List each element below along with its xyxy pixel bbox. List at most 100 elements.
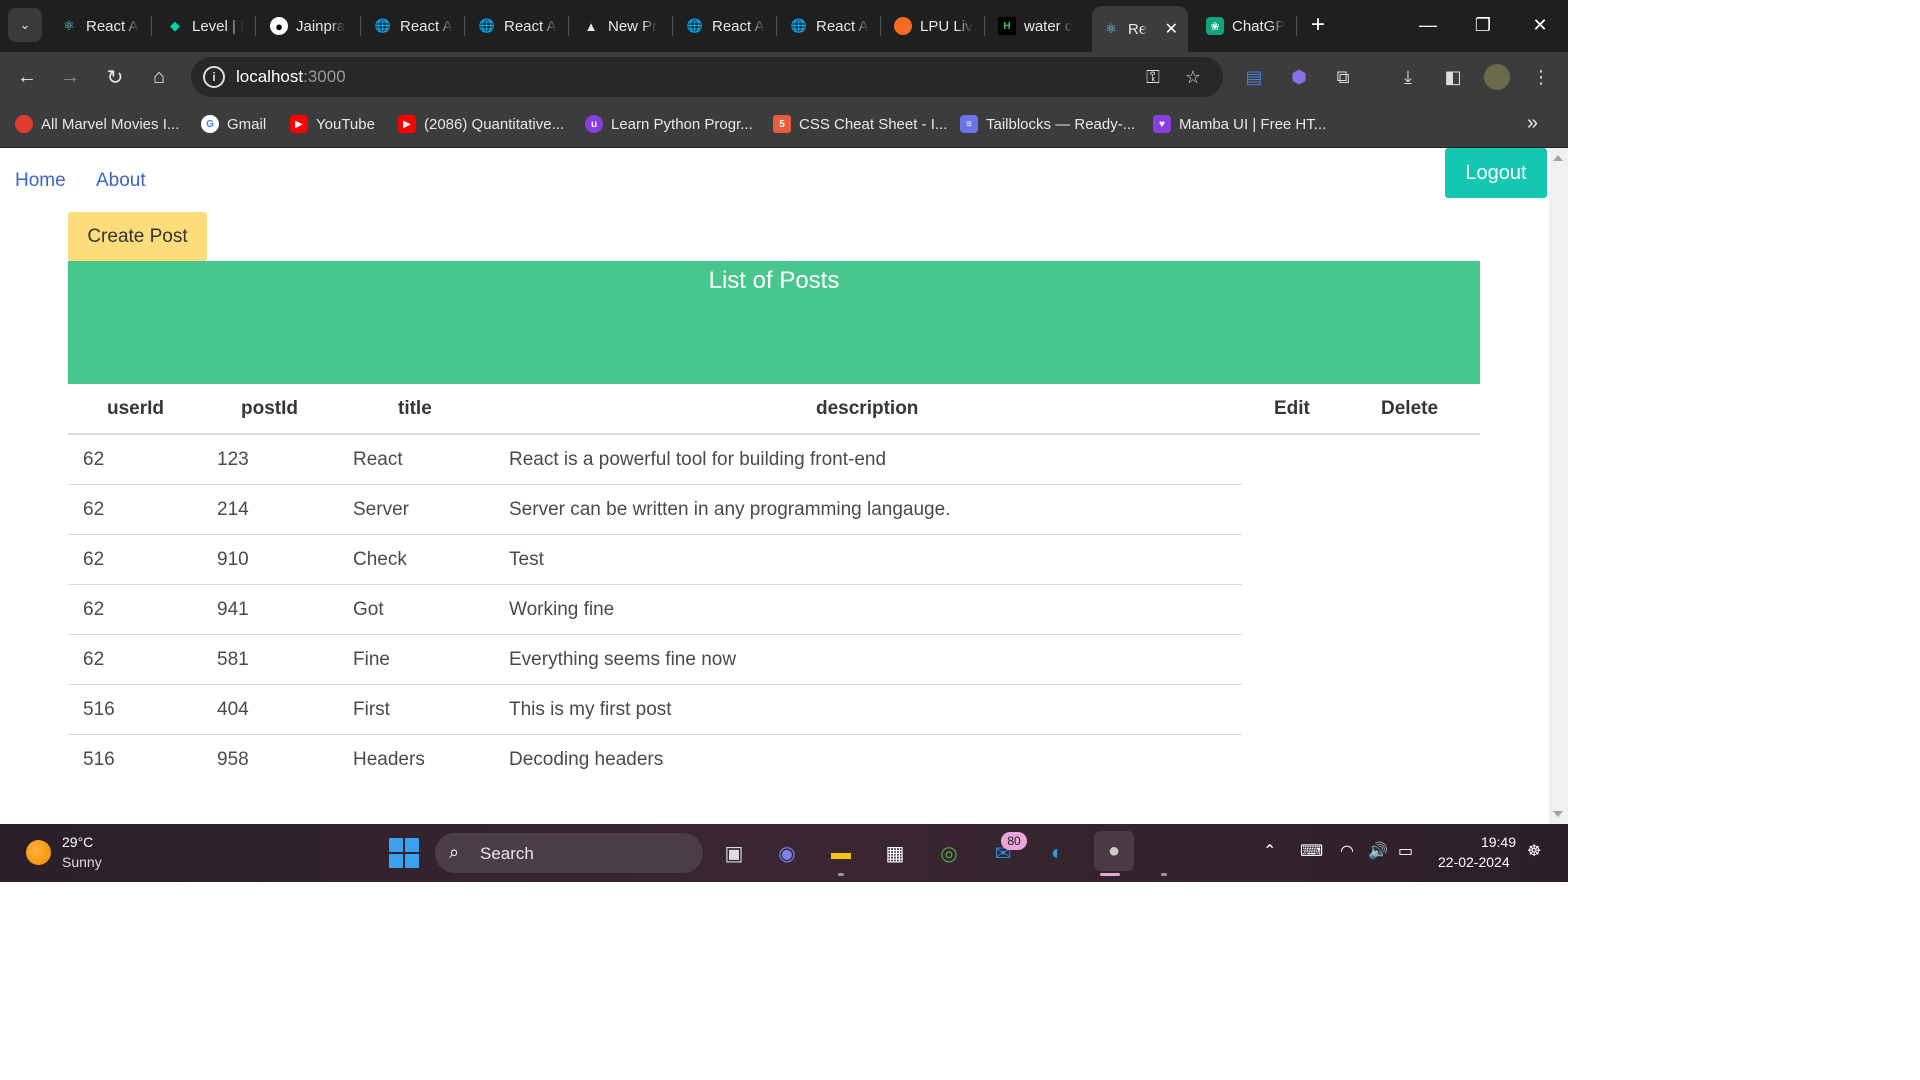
file-explorer-icon[interactable]: ▬ (824, 836, 858, 870)
react-icon: ⚛ (63, 18, 75, 33)
browser-tab[interactable]: ● Jainpra (260, 8, 356, 44)
site-info-icon[interactable]: i (203, 66, 225, 88)
cell-userid: 62 (83, 599, 105, 620)
battery-icon[interactable]: ▭ (1398, 841, 1413, 861)
cell-postid: 581 (217, 649, 249, 670)
page-scrollbar[interactable] (1549, 148, 1568, 824)
volume-icon[interactable]: 🔊 (1368, 841, 1388, 861)
extensions-puzzle-icon[interactable]: ⧉ (1330, 64, 1356, 90)
restore-icon[interactable]: ❐ (1463, 10, 1503, 40)
browser-tab[interactable]: ❀ ChatGP (1196, 8, 1292, 44)
side-panel-icon[interactable]: ◧ (1440, 64, 1466, 90)
extension-icon[interactable]: ⬢ (1286, 64, 1312, 90)
cell-description: Everything seems fine now (509, 649, 737, 670)
close-tab-icon[interactable]: ✕ (1165, 19, 1178, 39)
table-row: 516 404 First This is my first post (68, 685, 1242, 735)
clock-date[interactable]: 22-02-2024 (1438, 854, 1510, 870)
new-tab-icon[interactable]: + (1306, 10, 1330, 40)
cell-description: Working fine (509, 599, 615, 620)
cell-description: Decoding headers (509, 749, 664, 770)
browser-tab[interactable]: LPU Liv (884, 8, 980, 44)
scroll-up-arrow-icon[interactable] (1553, 155, 1563, 161)
cell-title: Server (353, 499, 409, 520)
key-icon[interactable]: ⚿ (1141, 65, 1165, 89)
back-arrow-icon[interactable]: ← (11, 61, 43, 93)
edge-icon[interactable]: ◐ (1040, 836, 1074, 870)
running-indicator (838, 873, 844, 876)
more-menu-icon[interactable]: ⋮ (1528, 64, 1554, 90)
download-icon[interactable]: ⤓ (1395, 64, 1421, 90)
tab-divider (880, 16, 881, 36)
bookmark-item[interactable]: ▶ YouTube (290, 112, 375, 136)
bookmark-item[interactable]: u Learn Python Progr... (585, 112, 753, 136)
extension-icon[interactable]: ▤ (1241, 64, 1267, 90)
bookmark-item[interactable]: All Marvel Movies I... (15, 112, 179, 136)
browser-tab[interactable]: ◆ Level | I (156, 8, 250, 44)
bookmark-item[interactable]: G Gmail (201, 112, 266, 136)
youtube-icon: ▶ (398, 115, 416, 133)
cell-title: Check (353, 549, 407, 570)
search-placeholder: Search (480, 844, 534, 863)
chrome-profile-icon[interactable]: ● (1094, 831, 1134, 871)
browser-tab-active[interactable]: ⚛ Re ✕ (1092, 6, 1188, 52)
taskbar-search-box[interactable]: ⌕ Search (435, 833, 703, 873)
browser-tab[interactable]: H water c (988, 8, 1084, 44)
url-port: :3000 (303, 67, 346, 86)
notification-center-icon[interactable]: ☸ (1527, 841, 1541, 861)
teams-chat-icon[interactable]: ◉ (770, 836, 804, 870)
chrome-icon[interactable]: ◎ (932, 836, 966, 870)
profile-avatar[interactable] (1484, 64, 1510, 90)
cell-postid: 910 (217, 549, 249, 570)
browser-tab[interactable]: 🌐 React A (468, 8, 564, 44)
column-header-postid: postId (241, 398, 298, 419)
browser-tab[interactable]: ⚛ React A (50, 8, 146, 44)
address-url[interactable]: localhost:3000 (236, 67, 346, 87)
logout-button[interactable]: Logout (1445, 148, 1547, 198)
cell-postid: 941 (217, 599, 249, 620)
tab-divider (464, 16, 465, 36)
cell-description: Test (509, 549, 544, 570)
posts-banner: List of Posts (68, 261, 1480, 384)
windows-start-icon[interactable] (389, 838, 419, 868)
browser-tab[interactable]: ▲ New Pr (572, 8, 668, 44)
tab-divider (672, 16, 673, 36)
sun-icon[interactable] (26, 840, 51, 865)
bookmark-item[interactable]: ▶ (2086) Quantitative... (398, 112, 564, 136)
clock-time[interactable]: 19:49 (1460, 834, 1516, 850)
minimize-icon[interactable]: — (1408, 10, 1448, 40)
scroll-down-arrow-icon[interactable] (1553, 811, 1563, 817)
bookmark-item[interactable]: ≡ Tailblocks — Ready-... (960, 112, 1135, 136)
bookmark-item[interactable]: ♥ Mamba UI | Free HT... (1153, 112, 1326, 136)
bookmark-star-icon[interactable]: ☆ (1181, 65, 1205, 89)
cell-description: This is my first post (509, 699, 672, 720)
cell-title: First (353, 699, 390, 720)
vercel-icon: ▲ (584, 18, 598, 34)
column-header-delete: Delete (1381, 398, 1439, 419)
home-icon[interactable]: ⌂ (143, 61, 175, 93)
nav-home-link[interactable]: Home (15, 170, 66, 192)
reload-icon[interactable]: ↻ (99, 61, 131, 93)
nav-about-link[interactable]: About (96, 170, 146, 192)
chevron-up-icon[interactable]: ⌃ (1263, 841, 1276, 861)
forward-arrow-icon[interactable]: → (54, 61, 86, 93)
keyboard-icon[interactable]: ⌨ (1300, 841, 1323, 861)
cell-postid: 214 (217, 499, 249, 520)
column-header-title: title (398, 398, 432, 419)
close-window-icon[interactable]: ✕ (1520, 10, 1560, 40)
address-bar[interactable]: i localhost:3000 ⚿ ☆ (191, 57, 1223, 97)
browser-tab[interactable]: 🌐 React A (780, 8, 876, 44)
weather-condition[interactable]: Sunny (62, 854, 102, 870)
table-row: 516 958 Headers Decoding headers (68, 735, 1242, 785)
search-icon: ⌕ (449, 842, 460, 862)
wifi-icon[interactable]: ◠ (1340, 841, 1354, 861)
browser-tab[interactable]: 🌐 React A (364, 8, 460, 44)
task-view-icon[interactable]: ▣ (717, 836, 751, 870)
microsoft-store-icon[interactable]: ▦ (878, 836, 912, 870)
react-icon: ⚛ (1105, 21, 1117, 36)
bookmark-item[interactable]: 5 CSS Cheat Sheet - I... (773, 112, 947, 136)
tab-search-icon[interactable]: ⌄ (8, 8, 42, 42)
create-post-button[interactable]: Create Post (68, 212, 207, 261)
chevron-double-right-icon[interactable]: » (1527, 112, 1538, 135)
weather-temperature[interactable]: 29°C (62, 834, 93, 850)
browser-tab[interactable]: 🌐 React A (676, 8, 772, 44)
